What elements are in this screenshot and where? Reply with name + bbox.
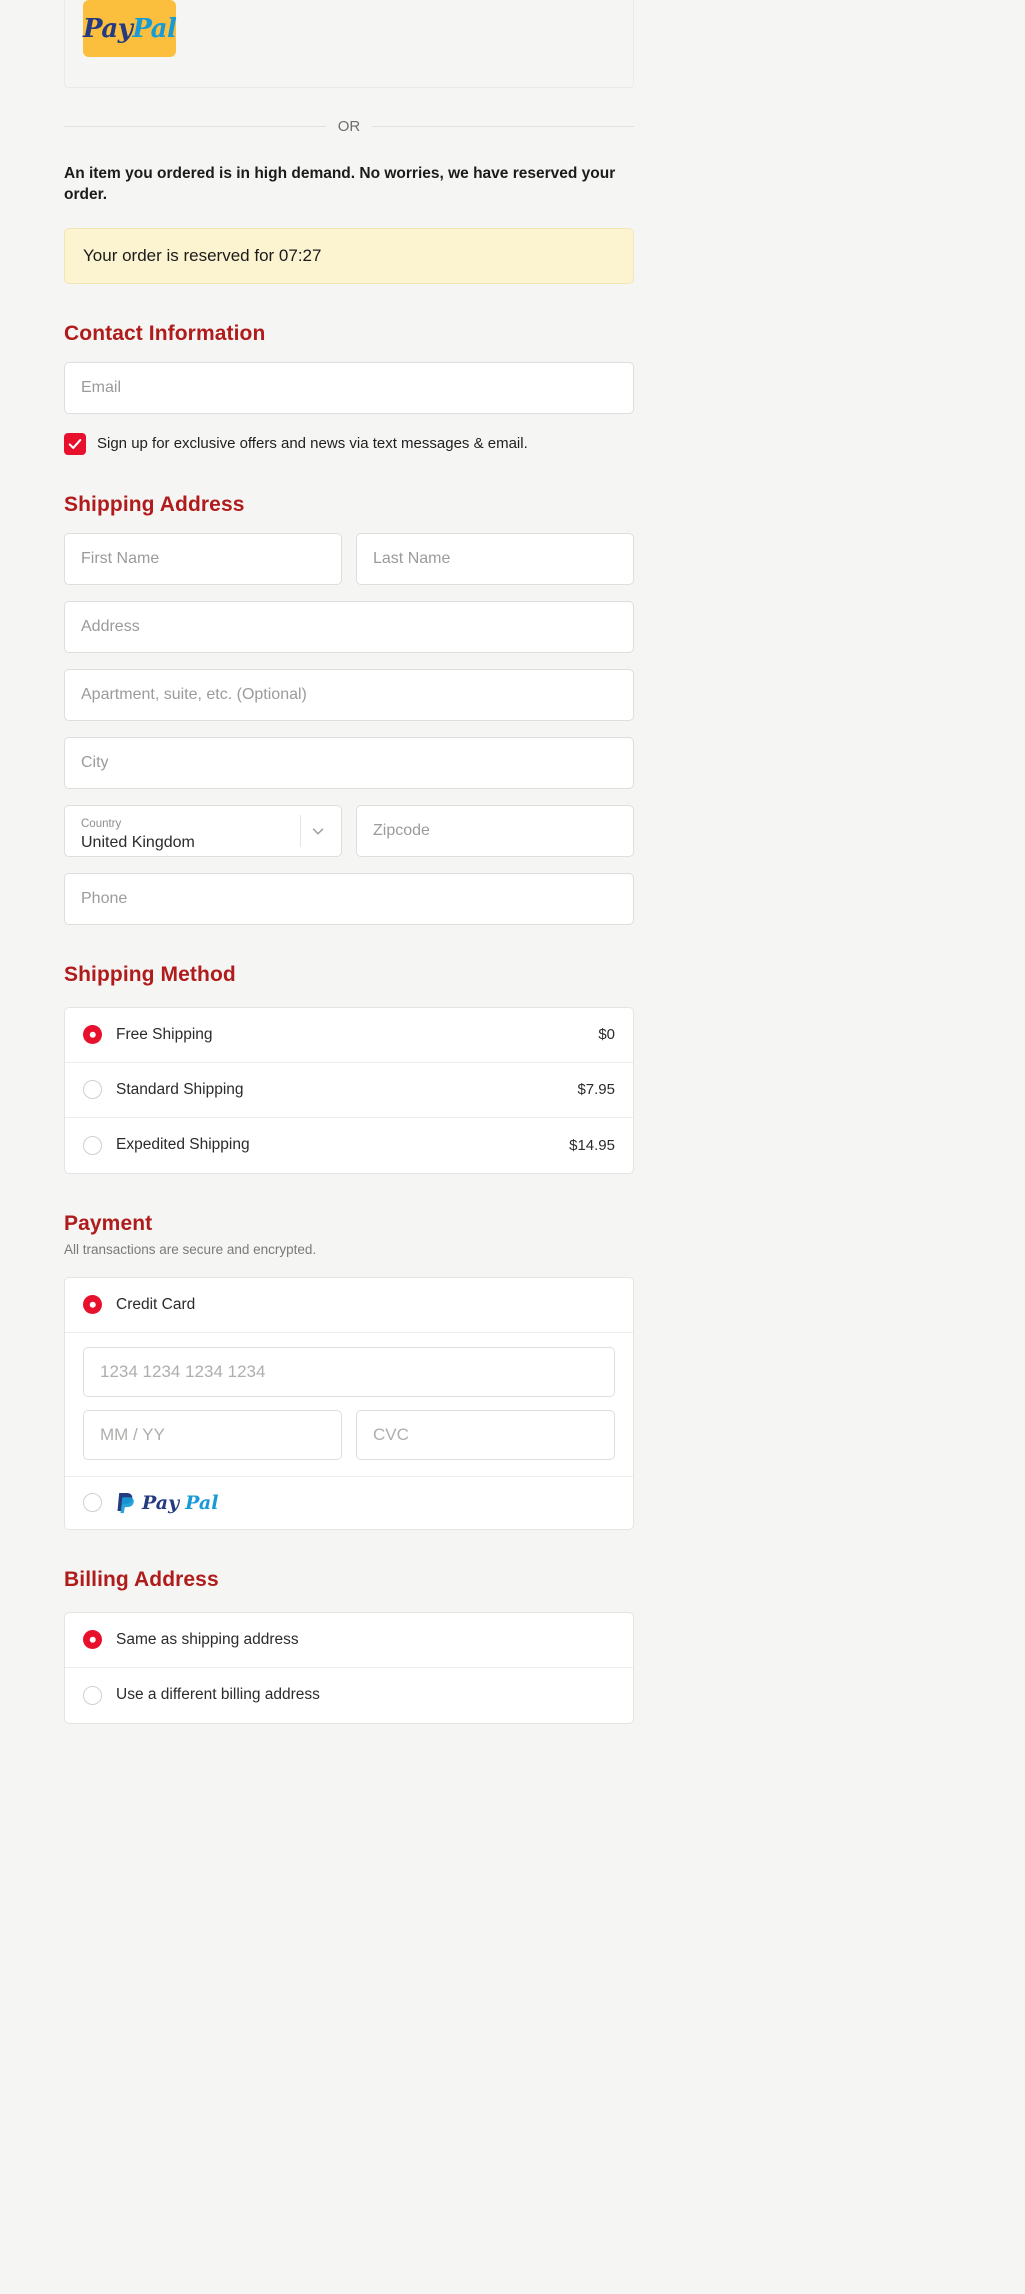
billing-option-label: Same as shipping address	[116, 1630, 299, 1648]
radio-icon-credit-card[interactable]	[83, 1295, 102, 1315]
paypal-logo: PayPal	[83, 13, 177, 44]
billing-option-same[interactable]: Same as shipping address	[65, 1613, 633, 1668]
first-name-field[interactable]: First Name	[64, 532, 342, 585]
credit-card-fields: 1234 1234 1234 1234 MM / YY CVC	[65, 1333, 633, 1476]
billing-address-heading: Billing Address	[64, 1567, 219, 1591]
last-name-placeholder: Last Name	[373, 549, 451, 567]
payment-card: Credit Card 1234 1234 1234 1234 MM / YY …	[64, 1276, 634, 1530]
select-divider	[300, 814, 301, 847]
order-reserved-banner: Your order is reserved for 07:27	[64, 227, 634, 284]
contact-information-heading: Contact Information	[64, 321, 266, 345]
card-expiry-placeholder: MM / YY	[100, 1424, 165, 1444]
card-cvc-field[interactable]: CVC	[356, 1409, 615, 1460]
shipping-method-heading: Shipping Method	[64, 962, 236, 986]
shipping-option-label: Standard Shipping	[116, 1080, 244, 1098]
marketing-optin-label: Sign up for exclusive offers and news vi…	[97, 435, 528, 453]
shipping-option-label: Expedited Shipping	[116, 1136, 250, 1154]
radio-icon-free-shipping[interactable]	[83, 1025, 102, 1045]
last-name-field[interactable]: Last Name	[356, 532, 634, 585]
shipping-option-price: $14.95	[569, 1136, 615, 1154]
phone-placeholder: Phone	[81, 889, 128, 907]
shipping-option-price: $0	[598, 1026, 615, 1044]
credit-card-label: Credit Card	[116, 1295, 196, 1313]
paypal-logo-pal: Pal	[132, 13, 177, 44]
shipping-method-card: Free Shipping $0 Standard Shipping $7.95…	[64, 1006, 634, 1174]
radio-icon-paypal[interactable]	[83, 1493, 102, 1513]
apartment-placeholder: Apartment, suite, etc. (Optional)	[81, 685, 307, 703]
email-field[interactable]: Email	[64, 361, 634, 414]
billing-option-different[interactable]: Use a different billing address	[65, 1668, 633, 1723]
paypal-small-pal: Pal	[185, 1491, 219, 1514]
card-cvc-placeholder: CVC	[373, 1424, 409, 1444]
shipping-address-heading: Shipping Address	[64, 492, 245, 516]
marketing-optin-row[interactable]: Sign up for exclusive offers and news vi…	[64, 432, 634, 455]
city-placeholder: City	[81, 753, 109, 771]
shipping-option-free[interactable]: Free Shipping $0	[65, 1008, 633, 1063]
paypal-logo-pay: Pay	[83, 13, 133, 44]
shipping-option-standard[interactable]: Standard Shipping $7.95	[65, 1063, 633, 1118]
address-field[interactable]: Address	[64, 600, 634, 653]
country-value: United Kingdom	[81, 833, 195, 851]
shipping-option-label: Free Shipping	[116, 1025, 213, 1043]
email-placeholder: Email	[81, 378, 122, 396]
paypal-mark-icon	[117, 1492, 134, 1513]
phone-field[interactable]: Phone	[64, 872, 634, 925]
address-placeholder: Address	[81, 617, 140, 635]
country-zip-row: Country United Kingdom Zipcode	[64, 804, 634, 857]
shipping-option-expedited[interactable]: Expedited Shipping $14.95	[65, 1118, 633, 1173]
shipping-option-price: $7.95	[577, 1081, 615, 1099]
payment-heading: Payment	[64, 1211, 153, 1235]
billing-address-card: Same as shipping address Use a different…	[64, 1611, 634, 1724]
card-number-field[interactable]: 1234 1234 1234 1234	[83, 1346, 615, 1397]
radio-icon-different-billing[interactable]	[83, 1685, 102, 1705]
high-demand-notice: An item you ordered is in high demand. N…	[64, 165, 616, 203]
apartment-field[interactable]: Apartment, suite, etc. (Optional)	[64, 668, 634, 721]
radio-icon-same-as-shipping[interactable]	[83, 1630, 102, 1650]
paypal-express-button[interactable]: PayPal	[83, 0, 177, 57]
paypal-small-pay: Pay	[142, 1491, 180, 1514]
payment-option-credit-card[interactable]: Credit Card	[65, 1278, 633, 1333]
zipcode-placeholder: Zipcode	[373, 821, 430, 839]
billing-option-label: Use a different billing address	[116, 1686, 320, 1704]
marketing-optin-checkbox[interactable]	[64, 432, 86, 455]
chevron-down-icon	[312, 828, 324, 835]
first-name-placeholder: First Name	[81, 549, 160, 567]
divider-label: OR	[325, 117, 373, 135]
card-number-placeholder: 1234 1234 1234 1234	[100, 1361, 266, 1381]
radio-icon-standard-shipping[interactable]	[83, 1080, 102, 1100]
payment-option-paypal[interactable]: Pay Pal	[65, 1475, 633, 1529]
country-label: Country	[81, 817, 122, 830]
country-select[interactable]: Country United Kingdom	[64, 804, 342, 857]
zipcode-field[interactable]: Zipcode	[356, 804, 634, 857]
paypal-logo-small: Pay Pal	[116, 1491, 218, 1515]
card-expiry-field[interactable]: MM / YY	[83, 1409, 342, 1460]
or-divider: OR	[64, 116, 634, 136]
city-field[interactable]: City	[64, 736, 634, 789]
radio-icon-expedited-shipping[interactable]	[83, 1135, 102, 1155]
payment-subtext: All transactions are secure and encrypte…	[64, 1241, 317, 1257]
checkout-page: PayPal OR An item you ordered is in high…	[0, 0, 1025, 1764]
name-row: First Name Last Name	[64, 532, 634, 585]
expiry-cvc-row: MM / YY CVC	[83, 1409, 615, 1460]
check-icon	[68, 438, 82, 449]
express-checkout-panel: PayPal	[64, 0, 634, 88]
